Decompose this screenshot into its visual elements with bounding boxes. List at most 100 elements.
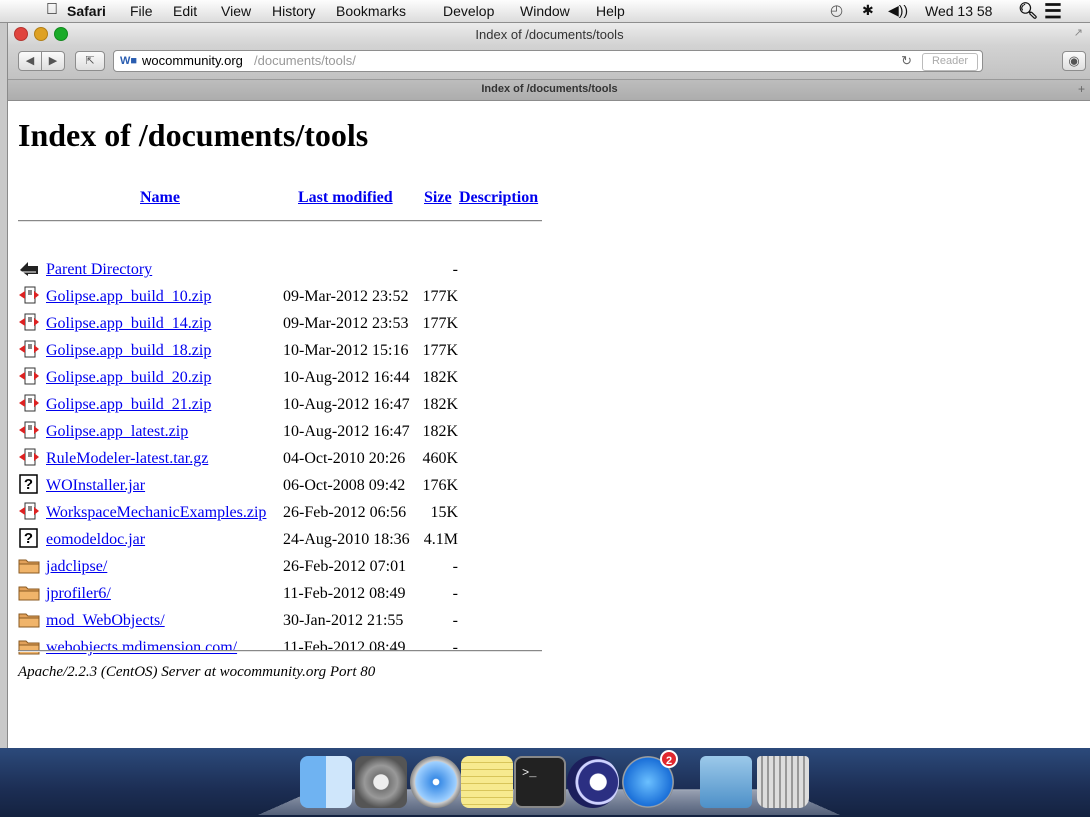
last-modified-cell: 10-Aug-2012 16:47 <box>283 396 410 413</box>
downloads-button[interactable]: ◉ <box>1062 51 1086 71</box>
sort-by-description-link[interactable]: Description <box>459 189 538 207</box>
last-modified-cell: 30-Jan-2012 21:55 <box>283 612 404 629</box>
file-link[interactable]: eomodeldoc.jar <box>46 531 145 549</box>
file-link[interactable]: jadclipse/ <box>46 558 107 576</box>
svg-text:?: ? <box>24 476 33 493</box>
size-cell: 182K <box>422 369 458 386</box>
file-link[interactable]: mod_WebObjects/ <box>46 612 165 630</box>
terminal-prompt-icon: >_ <box>522 766 537 780</box>
notification-center-icon[interactable]: ☰ <box>1044 0 1062 24</box>
notes-icon[interactable] <box>461 756 513 808</box>
table-row: jadclipse/26-Feb-2012 07:01 - <box>8 556 568 576</box>
table-row: Golipse.app_build_20.zip 10-Aug-2012 16:4… <box>8 367 568 387</box>
table-row: Parent Directory - <box>8 259 568 279</box>
time-machine-icon[interactable]: ◴ <box>830 1 843 19</box>
share-button[interactable]: ⇱ <box>75 51 105 71</box>
menu-history[interactable]: History <box>272 3 316 19</box>
archive-icon <box>18 312 40 332</box>
menu-app-safari[interactable]: Safari <box>67 3 106 19</box>
toolbar: ◀ ▶ ⇱ W■ wocommunity.org /documents/tool… <box>8 45 1090 79</box>
tab-active[interactable]: Index of /documents/tools <box>8 83 1090 95</box>
safari-icon[interactable] <box>410 756 462 808</box>
size-cell: 177K <box>422 342 458 359</box>
reader-button[interactable]: Reader <box>922 53 978 71</box>
last-modified-cell: 24-Aug-2010 18:36 <box>283 531 410 548</box>
archive-icon <box>18 339 40 359</box>
size-cell: - <box>452 261 458 278</box>
menu-develop[interactable]: Develop <box>443 3 494 19</box>
back-button[interactable]: ◀ <box>18 51 42 71</box>
file-link[interactable]: Golipse.app_build_14.zip <box>46 315 211 333</box>
menu-bookmarks[interactable]: Bookmarks <box>336 3 406 19</box>
tab-bar: Index of /documents/tools + <box>8 79 1090 101</box>
address-bar[interactable]: W■ wocommunity.org /documents/tools/ ↻ R… <box>113 50 983 72</box>
file-link[interactable]: Golipse.app_latest.zip <box>46 423 188 441</box>
table-row: RuleModeler-latest.tar.gz 04-Oct-2010 20:… <box>8 448 568 468</box>
table-row: Golipse.app_build_10.zip 09-Mar-2012 23:5… <box>8 286 568 306</box>
fullscreen-icon[interactable]: ↗ <box>1074 26 1083 39</box>
file-link[interactable]: webobjects.mdimension.com/ <box>46 639 237 657</box>
sort-by-size-link[interactable]: Size <box>424 189 452 207</box>
folder-icon <box>18 555 40 575</box>
eclipse-icon[interactable] <box>567 756 619 808</box>
page-content: Index of /documents/tools Name Last modi… <box>8 101 1090 748</box>
desktop: >_ 2 <box>0 748 1090 817</box>
size-cell: - <box>452 612 458 629</box>
sort-by-modified-link[interactable]: Last modified <box>298 189 393 207</box>
header-divider <box>18 220 542 222</box>
reload-icon[interactable]: ↻ <box>901 51 912 71</box>
forward-button[interactable]: ▶ <box>41 51 65 71</box>
bluetooth-icon[interactable]: ✱ <box>862 2 874 19</box>
menu-clock[interactable]: Wed 13 58 <box>925 3 992 19</box>
server-signature: Apache/2.2.3 (CentOS) Server at wocommun… <box>18 664 376 680</box>
file-link[interactable]: Parent Directory <box>46 261 152 279</box>
app-store-icon[interactable]: 2 <box>622 750 678 808</box>
table-row: WorkspaceMechanicExamples.zip 26-Feb-2012… <box>8 502 568 522</box>
file-link[interactable]: WorkspaceMechanicExamples.zip <box>46 504 266 522</box>
archive-icon <box>18 501 40 521</box>
table-row: ? WOInstaller.jar 06-Oct-2008 09:42 176K <box>8 474 568 495</box>
menu-view[interactable]: View <box>221 3 251 19</box>
size-cell: 460K <box>422 450 458 467</box>
trash-icon[interactable] <box>757 756 809 808</box>
size-cell: 177K <box>422 315 458 332</box>
menu-help[interactable]: Help <box>596 3 625 19</box>
last-modified-cell: 11-Feb-2012 08:49 <box>283 639 406 656</box>
favicon-icon: W■ <box>120 55 138 67</box>
unknown-file-icon: ? <box>18 474 40 494</box>
file-link[interactable]: WOInstaller.jar <box>46 477 145 495</box>
window-title: Index of /documents/tools <box>475 27 624 42</box>
file-link[interactable]: Golipse.app_build_20.zip <box>46 369 211 387</box>
spotlight-icon[interactable]: 🔍︎ <box>1018 1 1038 21</box>
size-cell: 176K <box>422 477 458 494</box>
new-tab-button[interactable]: + <box>1078 82 1085 96</box>
svg-text:?: ? <box>24 530 33 547</box>
terminal-icon[interactable]: >_ <box>514 756 566 808</box>
safari-window: Index of /documents/tools ↗ ◀ ▶ ⇱ W■ woc… <box>7 23 1090 748</box>
file-link[interactable]: RuleModeler-latest.tar.gz <box>46 450 208 468</box>
last-modified-cell: 10-Mar-2012 15:16 <box>283 342 409 359</box>
table-row: jprofiler6/11-Feb-2012 08:49 - <box>8 583 568 603</box>
file-link[interactable]: Golipse.app_build_18.zip <box>46 342 211 360</box>
table-row: ? eomodeldoc.jar 24-Aug-2010 18:36 4.1M <box>8 528 568 549</box>
url-host: wocommunity.org <box>142 53 243 68</box>
footer-divider <box>18 650 542 652</box>
menu-bar:  Safari File Edit View History Bookmark… <box>0 0 1090 23</box>
volume-icon[interactable]: ◀)) <box>888 2 908 19</box>
apple-menu-icon[interactable]:  <box>46 1 58 19</box>
finder-icon[interactable] <box>300 756 352 808</box>
downloads-folder-icon[interactable] <box>700 756 752 808</box>
folder-icon <box>18 636 40 656</box>
file-link[interactable]: Golipse.app_build_21.zip <box>46 396 211 414</box>
table-row: webobjects.mdimension.com/11-Feb-2012 08… <box>8 637 568 657</box>
archive-icon <box>18 393 40 413</box>
file-link[interactable]: Golipse.app_build_10.zip <box>46 288 211 306</box>
sort-by-name-link[interactable]: Name <box>140 189 180 207</box>
unknown-file-icon: ? <box>18 528 40 548</box>
menu-file[interactable]: File <box>130 3 153 19</box>
menu-window[interactable]: Window <box>520 3 570 19</box>
menu-edit[interactable]: Edit <box>173 3 197 19</box>
system-preferences-icon[interactable] <box>355 756 407 808</box>
file-link[interactable]: jprofiler6/ <box>46 585 111 603</box>
archive-icon <box>18 447 40 467</box>
